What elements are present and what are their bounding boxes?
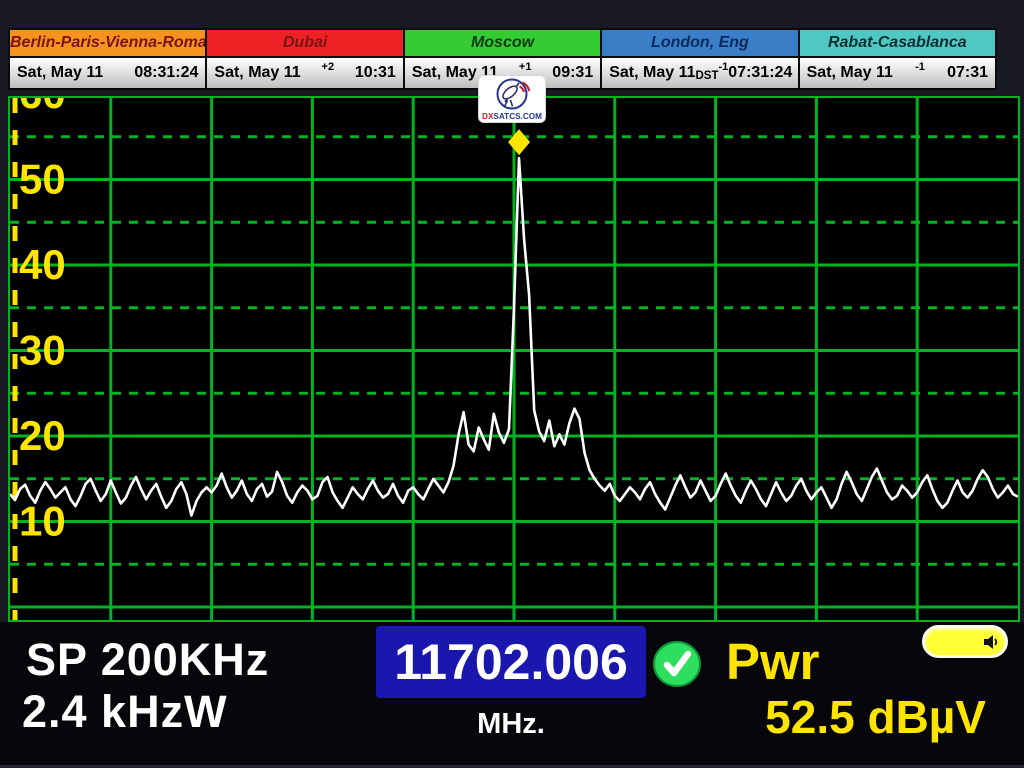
clock-column-dubai: Dubai Sat, May 11 +2 10:31 (207, 30, 402, 88)
clock-column-berlin: Berlin-Paris-Vienna-Roma Sat, May 11 08:… (10, 30, 205, 88)
city-date: Sat, May 11 (609, 64, 695, 82)
satellite-meter-screen: Berlin-Paris-Vienna-Roma Sat, May 11 08:… (0, 0, 1024, 768)
spectrum-plot: 60 50 40 30 20 10 (8, 96, 1020, 622)
clock-column-london: London, Eng Sat, May 11 DST-1 07:31:24 (602, 30, 797, 88)
city-header: Dubai (207, 30, 402, 56)
city-time: 10:31 (355, 64, 396, 82)
y-axis-label: 50 (19, 156, 66, 203)
y-axis-label: 30 (19, 327, 66, 374)
city-utc-offset: +2 (301, 65, 355, 82)
city-time-row: Sat, May 11 DST-1 07:31:24 (602, 58, 797, 88)
bottom-readout-bar: SP 200KHz 2.4 kHzW 11702.006 MHz. Pwr 52… (0, 622, 1024, 768)
speaker-icon (983, 634, 1000, 650)
city-time: 07:31 (947, 64, 988, 82)
y-axis-label: 60 (19, 98, 66, 117)
spectrum-canvas: 60 50 40 30 20 10 (10, 98, 1018, 620)
city-date: Sat, May 11 (214, 64, 300, 82)
dxsatcs-logo: DXSATCS.COM (479, 76, 545, 122)
city-header: Rabat-Casablanca (800, 30, 995, 56)
city-utc-offset: -1 (893, 65, 947, 82)
span-label: SP 200KHz (26, 634, 269, 686)
city-time-row: Sat, May 11 -1 07:31 (800, 58, 995, 88)
rbw-label: 2.4 kHzW (22, 686, 228, 738)
y-axis-label: 10 (19, 498, 66, 545)
audio-toggle[interactable] (922, 625, 1008, 658)
city-utc-offset: DST-1 (696, 65, 729, 82)
peak-marker-diamond (508, 129, 530, 155)
city-header: Berlin-Paris-Vienna-Roma (10, 30, 205, 56)
power-value: 52.5 dBµV (765, 690, 986, 744)
city-header: London, Eng (602, 30, 797, 56)
city-header: Moscow (405, 30, 600, 56)
y-axis-label: 20 (19, 412, 66, 459)
y-axis-label: 40 (19, 241, 66, 288)
lock-check-icon (652, 640, 702, 688)
frequency-display[interactable]: 11702.006 (376, 626, 646, 698)
city-date: Sat, May 11 (17, 64, 103, 82)
city-time-row: Sat, May 11 +2 10:31 (207, 58, 402, 88)
clock-column-rabat: Rabat-Casablanca Sat, May 11 -1 07:31 (800, 30, 995, 88)
power-label: Pwr (726, 632, 820, 691)
city-time: 08:31:24 (134, 64, 198, 82)
city-time: 07:31:24 (728, 64, 792, 82)
city-time: 09:31 (552, 64, 593, 82)
frequency-unit: MHz. (376, 708, 646, 741)
city-date: Sat, May 11 (807, 64, 893, 82)
logo-text: DXSATCS.COM (482, 112, 542, 121)
city-time-row: Sat, May 11 08:31:24 (10, 58, 205, 88)
